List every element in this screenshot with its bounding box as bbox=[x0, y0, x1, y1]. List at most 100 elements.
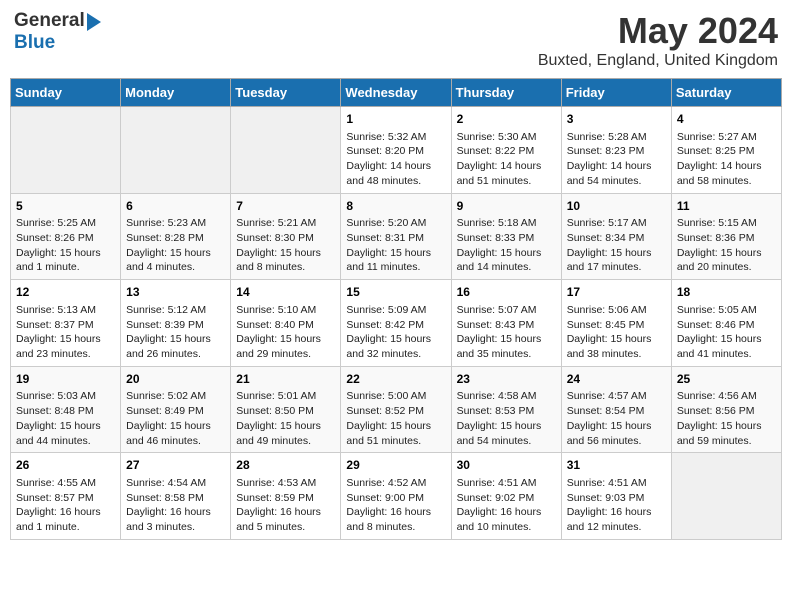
day-number: 2 bbox=[457, 111, 556, 128]
day-info: Sunrise: 5:18 AM Sunset: 8:33 PM Dayligh… bbox=[457, 216, 556, 275]
calendar-cell bbox=[121, 107, 231, 194]
day-info: Sunrise: 4:54 AM Sunset: 8:58 PM Dayligh… bbox=[126, 476, 225, 535]
calendar-cell: 26 Sunrise: 4:55 AM Sunset: 8:57 PM Dayli… bbox=[11, 453, 121, 540]
calendar-cell: 17 Sunrise: 5:06 AM Sunset: 8:45 PM Dayli… bbox=[561, 280, 671, 367]
calendar-week-1: 1 Sunrise: 5:32 AM Sunset: 8:20 PM Daylig… bbox=[11, 107, 782, 194]
day-number: 31 bbox=[567, 457, 666, 474]
day-number: 12 bbox=[16, 284, 115, 301]
calendar-cell: 24Sunrise: 4:57 AM Sunset: 8:54 PM Dayli… bbox=[561, 366, 671, 453]
logo: General Blue bbox=[14, 10, 101, 54]
calendar-cell: 29 Sunrise: 4:52 AM Sunset: 9:00 PM Dayli… bbox=[341, 453, 451, 540]
calendar-week-2: 5Sunrise: 5:25 AM Sunset: 8:26 PM Daylig… bbox=[11, 193, 782, 280]
day-number: 18 bbox=[677, 284, 776, 301]
day-info: Sunrise: 5:05 AM Sunset: 8:46 PM Dayligh… bbox=[677, 303, 776, 362]
day-info: Sunrise: 5:15 AM Sunset: 8:36 PM Dayligh… bbox=[677, 216, 776, 275]
calendar-cell bbox=[671, 453, 781, 540]
day-info: Sunrise: 5:20 AM Sunset: 8:31 PM Dayligh… bbox=[346, 216, 445, 275]
title-section: May 2024 Buxted, England, United Kingdom bbox=[538, 10, 778, 70]
day-number: 7 bbox=[236, 198, 335, 215]
day-number: 3 bbox=[567, 111, 666, 128]
calendar-cell: 11Sunrise: 5:15 AM Sunset: 8:36 PM Dayli… bbox=[671, 193, 781, 280]
day-info: Sunrise: 5:32 AM Sunset: 8:20 PM Dayligh… bbox=[346, 130, 445, 189]
calendar-cell: 2 Sunrise: 5:30 AM Sunset: 8:22 PM Daylig… bbox=[451, 107, 561, 194]
day-number: 23 bbox=[457, 371, 556, 388]
day-number: 17 bbox=[567, 284, 666, 301]
day-number: 10 bbox=[567, 198, 666, 215]
day-info: Sunrise: 4:51 AM Sunset: 9:02 PM Dayligh… bbox=[457, 476, 556, 535]
day-info: Sunrise: 4:52 AM Sunset: 9:00 PM Dayligh… bbox=[346, 476, 445, 535]
day-number: 19 bbox=[16, 371, 115, 388]
day-info: Sunrise: 5:17 AM Sunset: 8:34 PM Dayligh… bbox=[567, 216, 666, 275]
calendar-cell: 7Sunrise: 5:21 AM Sunset: 8:30 PM Daylig… bbox=[231, 193, 341, 280]
calendar-table: SundayMondayTuesdayWednesdayThursdayFrid… bbox=[10, 78, 782, 540]
day-number: 8 bbox=[346, 198, 445, 215]
day-info: Sunrise: 5:28 AM Sunset: 8:23 PM Dayligh… bbox=[567, 130, 666, 189]
day-info: Sunrise: 5:25 AM Sunset: 8:26 PM Dayligh… bbox=[16, 216, 115, 275]
day-number: 27 bbox=[126, 457, 225, 474]
calendar-cell: 5Sunrise: 5:25 AM Sunset: 8:26 PM Daylig… bbox=[11, 193, 121, 280]
day-number: 20 bbox=[126, 371, 225, 388]
col-header-monday: Monday bbox=[121, 79, 231, 107]
calendar-header-row: SundayMondayTuesdayWednesdayThursdayFrid… bbox=[11, 79, 782, 107]
col-header-friday: Friday bbox=[561, 79, 671, 107]
day-number: 5 bbox=[16, 198, 115, 215]
col-header-thursday: Thursday bbox=[451, 79, 561, 107]
logo-icon bbox=[87, 13, 101, 31]
day-number: 4 bbox=[677, 111, 776, 128]
day-number: 24 bbox=[567, 371, 666, 388]
day-info: Sunrise: 5:01 AM Sunset: 8:50 PM Dayligh… bbox=[236, 389, 335, 448]
day-number: 28 bbox=[236, 457, 335, 474]
calendar-cell: 31Sunrise: 4:51 AM Sunset: 9:03 PM Dayli… bbox=[561, 453, 671, 540]
calendar-cell: 16 Sunrise: 5:07 AM Sunset: 8:43 PM Dayli… bbox=[451, 280, 561, 367]
calendar-cell: 4 Sunrise: 5:27 AM Sunset: 8:25 PM Daylig… bbox=[671, 107, 781, 194]
day-number: 14 bbox=[236, 284, 335, 301]
day-info: Sunrise: 5:30 AM Sunset: 8:22 PM Dayligh… bbox=[457, 130, 556, 189]
calendar-cell: 15Sunrise: 5:09 AM Sunset: 8:42 PM Dayli… bbox=[341, 280, 451, 367]
calendar-cell: 27 Sunrise: 4:54 AM Sunset: 8:58 PM Dayli… bbox=[121, 453, 231, 540]
day-info: Sunrise: 5:10 AM Sunset: 8:40 PM Dayligh… bbox=[236, 303, 335, 362]
day-number: 26 bbox=[16, 457, 115, 474]
day-number: 1 bbox=[346, 111, 445, 128]
calendar-cell: 19Sunrise: 5:03 AM Sunset: 8:48 PM Dayli… bbox=[11, 366, 121, 453]
calendar-cell bbox=[231, 107, 341, 194]
day-info: Sunrise: 5:21 AM Sunset: 8:30 PM Dayligh… bbox=[236, 216, 335, 275]
calendar-cell: 12 Sunrise: 5:13 AM Sunset: 8:37 PM Dayli… bbox=[11, 280, 121, 367]
col-header-sunday: Sunday bbox=[11, 79, 121, 107]
day-info: Sunrise: 4:57 AM Sunset: 8:54 PM Dayligh… bbox=[567, 389, 666, 448]
day-number: 25 bbox=[677, 371, 776, 388]
month-title: May 2024 bbox=[538, 10, 778, 52]
day-number: 29 bbox=[346, 457, 445, 474]
logo-blue: Blue bbox=[14, 32, 55, 53]
calendar-week-3: 12 Sunrise: 5:13 AM Sunset: 8:37 PM Dayli… bbox=[11, 280, 782, 367]
calendar-cell: 30Sunrise: 4:51 AM Sunset: 9:02 PM Dayli… bbox=[451, 453, 561, 540]
calendar-week-4: 19Sunrise: 5:03 AM Sunset: 8:48 PM Dayli… bbox=[11, 366, 782, 453]
day-info: Sunrise: 5:03 AM Sunset: 8:48 PM Dayligh… bbox=[16, 389, 115, 448]
calendar-cell: 14 Sunrise: 5:10 AM Sunset: 8:40 PM Dayli… bbox=[231, 280, 341, 367]
calendar-cell: 1 Sunrise: 5:32 AM Sunset: 8:20 PM Daylig… bbox=[341, 107, 451, 194]
day-info: Sunrise: 5:13 AM Sunset: 8:37 PM Dayligh… bbox=[16, 303, 115, 362]
day-info: Sunrise: 4:55 AM Sunset: 8:57 PM Dayligh… bbox=[16, 476, 115, 535]
calendar-week-5: 26 Sunrise: 4:55 AM Sunset: 8:57 PM Dayli… bbox=[11, 453, 782, 540]
day-info: Sunrise: 5:27 AM Sunset: 8:25 PM Dayligh… bbox=[677, 130, 776, 189]
day-info: Sunrise: 5:02 AM Sunset: 8:49 PM Dayligh… bbox=[126, 389, 225, 448]
col-header-wednesday: Wednesday bbox=[341, 79, 451, 107]
calendar-cell: 22Sunrise: 5:00 AM Sunset: 8:52 PM Dayli… bbox=[341, 366, 451, 453]
day-info: Sunrise: 4:56 AM Sunset: 8:56 PM Dayligh… bbox=[677, 389, 776, 448]
calendar-cell: 13Sunrise: 5:12 AM Sunset: 8:39 PM Dayli… bbox=[121, 280, 231, 367]
day-number: 6 bbox=[126, 198, 225, 215]
day-info: Sunrise: 5:07 AM Sunset: 8:43 PM Dayligh… bbox=[457, 303, 556, 362]
day-info: Sunrise: 5:09 AM Sunset: 8:42 PM Dayligh… bbox=[346, 303, 445, 362]
page-header: General Blue May 2024 Buxted, England, U… bbox=[10, 10, 782, 70]
col-header-saturday: Saturday bbox=[671, 79, 781, 107]
calendar-cell: 8Sunrise: 5:20 AM Sunset: 8:31 PM Daylig… bbox=[341, 193, 451, 280]
calendar-cell: 28Sunrise: 4:53 AM Sunset: 8:59 PM Dayli… bbox=[231, 453, 341, 540]
calendar-cell: 20Sunrise: 5:02 AM Sunset: 8:49 PM Dayli… bbox=[121, 366, 231, 453]
calendar-cell: 9Sunrise: 5:18 AM Sunset: 8:33 PM Daylig… bbox=[451, 193, 561, 280]
day-info: Sunrise: 5:06 AM Sunset: 8:45 PM Dayligh… bbox=[567, 303, 666, 362]
calendar-cell bbox=[11, 107, 121, 194]
calendar-cell: 25Sunrise: 4:56 AM Sunset: 8:56 PM Dayli… bbox=[671, 366, 781, 453]
location: Buxted, England, United Kingdom bbox=[538, 52, 778, 70]
calendar-cell: 3 Sunrise: 5:28 AM Sunset: 8:23 PM Daylig… bbox=[561, 107, 671, 194]
day-number: 16 bbox=[457, 284, 556, 301]
day-info: Sunrise: 5:00 AM Sunset: 8:52 PM Dayligh… bbox=[346, 389, 445, 448]
